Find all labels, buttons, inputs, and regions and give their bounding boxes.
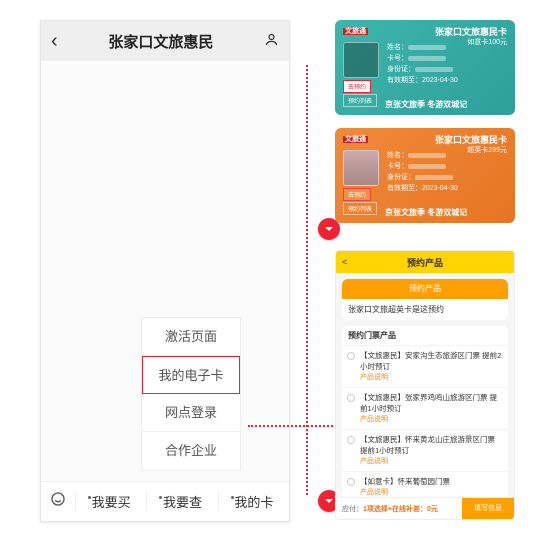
booking-title-row: 预约产品 — [342, 279, 508, 299]
service-icon[interactable] — [41, 491, 75, 512]
card-book-button[interactable]: 去预约 — [343, 80, 371, 93]
popup-menu: 激活页面 我的电子卡 网点登录 合作企业 — [141, 317, 241, 471]
ecard-orange: 文旅通 张家口文旅惠民卡 超英卡299元 姓名： 卡号： 身份证： 有效期至：2… — [335, 128, 515, 223]
booking-where: 张家口文旅超英卡是这预约 — [342, 299, 508, 320]
ecard-teal: 文旅通 张家口文旅惠民卡 如意卡100元 姓名： 卡号： 身份证： 有效期至：2… — [335, 20, 515, 115]
phone-body: 激活页面 我的电子卡 网点登录 合作企业 — [41, 61, 289, 481]
popup-item-my-ecard[interactable]: 我的电子卡 — [142, 356, 240, 394]
phone-footer: 我要买 我要查 我的卡 — [41, 481, 289, 521]
tab-check[interactable]: 我要查 — [146, 492, 217, 511]
phone-header: ‹ 张家口文旅惠民 — [41, 21, 289, 61]
booking-section-title: 预约门票产品 — [342, 326, 508, 345]
popup-item-branch-login[interactable]: 网点登录 — [142, 394, 240, 432]
user-icon[interactable] — [264, 32, 279, 51]
tab-buy[interactable]: 我要买 — [75, 492, 146, 511]
booking-panel: < 预约产品 预约产品 张家口文旅超英卡是这预约 预约门票产品 【文旅惠民】安家… — [335, 250, 515, 520]
fill-info-button[interactable]: 填写信息 — [462, 498, 514, 520]
page-title: 张家口文旅惠民 — [58, 31, 264, 52]
booking-card: 预约产品 张家口文旅超英卡是这预约 — [342, 279, 508, 320]
card-subtitle: 如意卡100元 — [467, 37, 507, 47]
popup-item-partners[interactable]: 合作企业 — [142, 432, 240, 470]
card-book-button[interactable]: 去预约 — [343, 188, 371, 201]
guide-vertical — [306, 65, 308, 495]
booking-header: < 预约产品 — [336, 251, 514, 273]
booking-item[interactable]: 【文旅惠民】张家界鸡鸣山旅游区门票 提前1小时预订产品说明 — [342, 387, 508, 429]
card-info: 姓名： 卡号： 身份证： 有效期至：2023-04-30 — [387, 42, 458, 86]
card-booklist-button[interactable]: 预约列表 — [343, 202, 377, 215]
card-subtitle: 超英卡299元 — [467, 145, 507, 155]
card-slogan: 京张文旅季 冬游双城记 — [385, 207, 467, 218]
card-thumb — [343, 150, 379, 186]
back-icon[interactable]: ‹ — [51, 30, 58, 53]
popup-item-activate[interactable]: 激活页面 — [142, 318, 240, 356]
guide-horizontal — [248, 425, 333, 427]
card-booklist-button[interactable]: 预约列表 — [343, 94, 377, 107]
booking-products: 预约门票产品 【文旅惠民】安家沟生态旅游区门票 提前2小时预订产品说明 【文旅惠… — [342, 326, 508, 520]
booking-item[interactable]: 【文旅惠民】怀来黄龙山庄旅游景区门票 提前1小时预订产品说明 — [342, 429, 508, 471]
back-icon[interactable]: < — [342, 257, 347, 267]
booking-item[interactable]: 【文旅惠民】安家沟生态旅游区门票 提前2小时预订产品说明 — [342, 345, 508, 387]
phone-frame: ‹ 张家口文旅惠民 激活页面 我的电子卡 网点登录 合作企业 我要买 我要查 我… — [40, 20, 290, 522]
card-thumb — [343, 42, 379, 78]
tab-mycard[interactable]: 我的卡 — [218, 492, 289, 511]
card-info: 姓名： 卡号： 身份证： 有效期至：2023-04-30 — [387, 150, 458, 194]
booking-footer: 应付：1项选择+在线补差：0元 填写信息 — [336, 497, 514, 519]
card-slogan: 京张文旅季 冬游双城记 — [385, 99, 467, 110]
